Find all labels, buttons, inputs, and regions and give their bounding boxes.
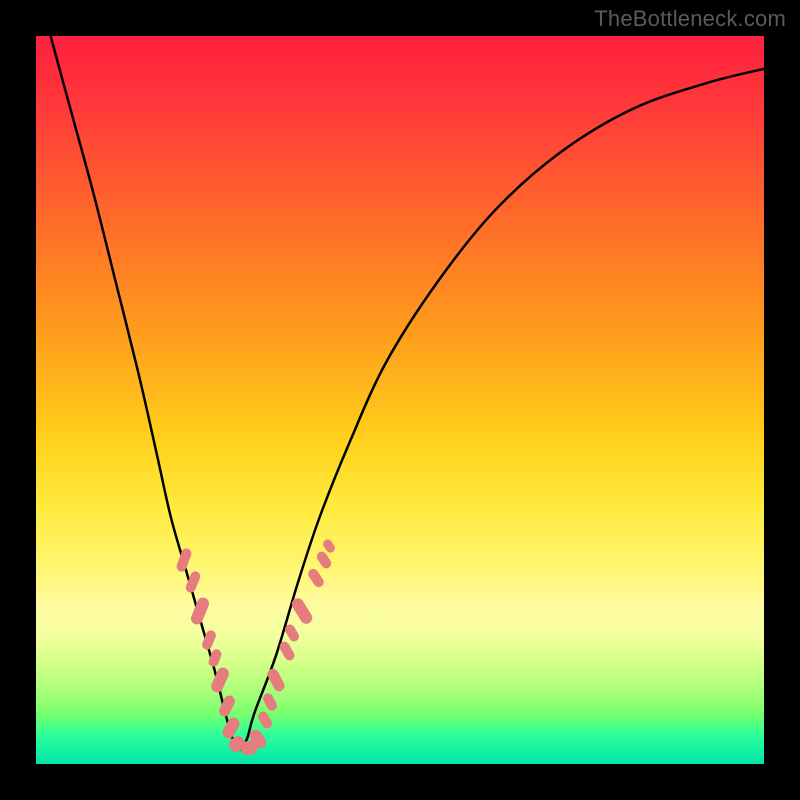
chart-plot-area bbox=[36, 36, 764, 764]
chart-curve-layer bbox=[36, 36, 764, 764]
bottleneck-curve bbox=[51, 36, 764, 749]
watermark-text: TheBottleneck.com bbox=[594, 6, 786, 32]
